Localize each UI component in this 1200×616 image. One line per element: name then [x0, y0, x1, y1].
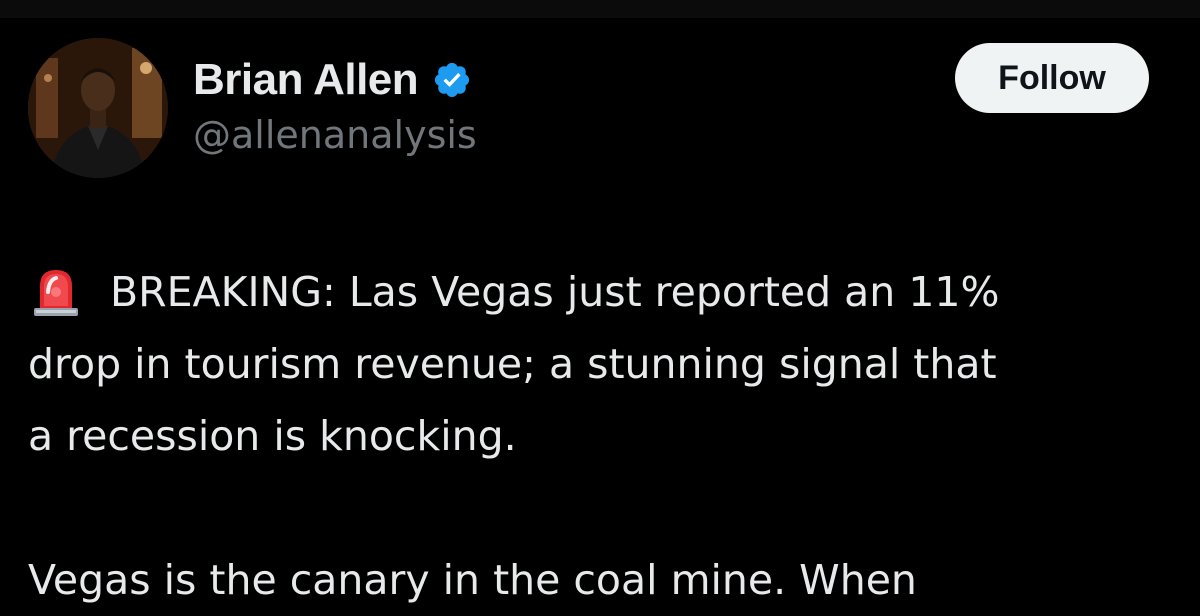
tweet-line-3: a recession is knocking.: [28, 412, 517, 460]
tweet-line-1: BREAKING: Las Vegas just reported an 11%: [110, 268, 1000, 316]
avatar[interactable]: [28, 38, 168, 178]
follow-button[interactable]: Follow: [955, 43, 1149, 113]
author-handle[interactable]: @allenanalysis: [193, 113, 477, 157]
paragraph-break: [28, 472, 1178, 544]
police-siren-icon: [34, 270, 78, 316]
tweet-line-4: Vegas is the canary in the coal mine. Wh…: [28, 556, 917, 604]
profile-photo: [28, 38, 168, 178]
author-name-row: Brian Allen: [193, 52, 472, 108]
tweet-text: BREAKING: Las Vegas just reported an 11%…: [28, 256, 1178, 616]
top-bar: [0, 0, 1200, 18]
tweet-line: BREAKING: Las Vegas just reported an 11%: [28, 256, 1178, 328]
author-display-name[interactable]: Brian Allen: [193, 55, 419, 105]
verified-badge-icon[interactable]: [432, 60, 472, 100]
tweet-line-2: drop in tourism revenue; a stunning sign…: [28, 340, 997, 388]
